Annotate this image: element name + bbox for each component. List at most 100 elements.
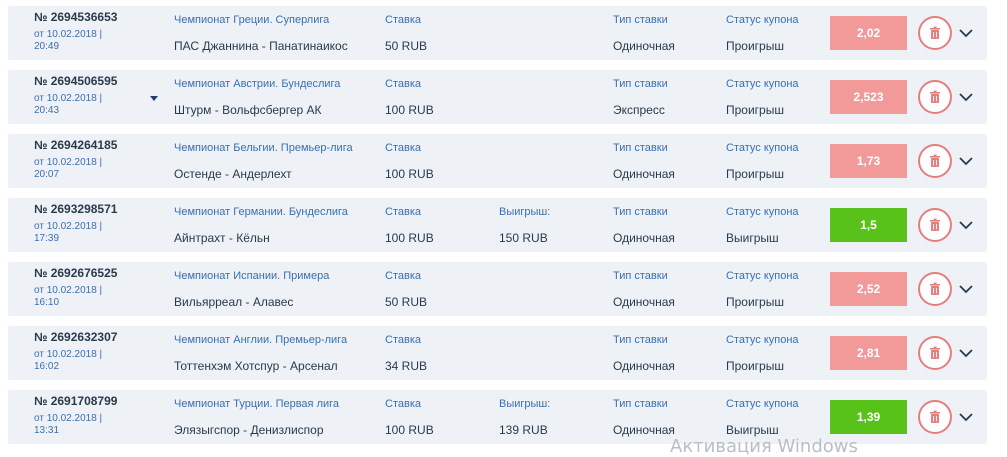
stake-label: Ставка bbox=[385, 78, 421, 90]
bet-type-label: Тип ставки bbox=[613, 78, 668, 90]
coupon-status-label: Статус купона bbox=[726, 334, 799, 346]
coupon-status-value: Проигрыш bbox=[726, 39, 784, 53]
coefficient-badge: 2,02 bbox=[830, 16, 907, 50]
delete-button[interactable] bbox=[918, 144, 952, 178]
bet-type-label: Тип ставки bbox=[613, 270, 668, 282]
coefficient-badge: 2,523 bbox=[830, 80, 907, 114]
bet-date: от 10.02.2018 | 17:39 bbox=[34, 221, 103, 244]
stake-value: 50 RUB bbox=[385, 295, 428, 309]
coupon-status-value: Проигрыш bbox=[726, 295, 784, 309]
delete-button[interactable] bbox=[918, 80, 952, 114]
bet-row[interactable]: № 2694536653 от 10.02.2018 | 20:49 Чемпиона… bbox=[8, 6, 987, 60]
delete-button[interactable] bbox=[918, 16, 952, 50]
coupon-status-label: Статус купона bbox=[726, 398, 799, 410]
match-name[interactable]: ПАС Джаннина - Панатинаикос bbox=[174, 39, 348, 53]
coupon-status-value: Выигрыш bbox=[726, 423, 779, 437]
bet-type-value: Одиночная bbox=[613, 231, 675, 245]
windows-activation-watermark: Активация Windows bbox=[670, 436, 858, 457]
stake-value: 34 RUB bbox=[385, 359, 428, 373]
bet-date: от 10.02.2018 | 20:43 bbox=[34, 93, 103, 116]
trash-icon bbox=[930, 154, 940, 167]
bet-type-value: Экспресс bbox=[613, 103, 665, 117]
stake-value: 100 RUB bbox=[385, 103, 434, 117]
championship-label: Чемпионат Австрии. Бундеслига bbox=[174, 78, 341, 90]
match-name[interactable]: Тоттенхэм Хотспур - Арсенал bbox=[174, 359, 338, 373]
coupon-status-label: Статус купона bbox=[726, 14, 799, 26]
bet-number: № 2694264185 bbox=[34, 138, 118, 152]
coupon-status-value: Проигрыш bbox=[726, 103, 784, 117]
coefficient-badge: 2,81 bbox=[830, 336, 907, 370]
bet-type-value: Одиночная bbox=[613, 423, 675, 437]
coefficient-badge: 1,5 bbox=[830, 208, 907, 242]
match-name[interactable]: Элязыгспор - Денизлиспор bbox=[174, 423, 324, 437]
bet-type-label: Тип ставки bbox=[613, 14, 668, 26]
winnings-label: Выигрыш: bbox=[499, 398, 551, 410]
stake-value: 50 RUB bbox=[385, 39, 428, 53]
bet-row[interactable]: № 2692632307 от 10.02.2018 | 16:02 Чемпиона… bbox=[8, 326, 987, 380]
bet-number: № 2691708799 bbox=[34, 394, 118, 408]
championship-label: Чемпионат Испании. Примера bbox=[174, 270, 330, 282]
bet-type-value: Одиночная bbox=[613, 295, 675, 309]
bet-number: № 2692632307 bbox=[34, 330, 118, 344]
championship-label: Чемпионат Англии. Премьер-лига bbox=[174, 334, 348, 346]
match-name[interactable]: Остенде - Андерлехт bbox=[174, 167, 292, 181]
match-name[interactable]: Айнтрахт - Кёльн bbox=[174, 231, 270, 245]
delete-button[interactable] bbox=[918, 208, 952, 242]
stake-label: Ставка bbox=[385, 142, 421, 154]
bet-date: от 10.02.2018 | 20:49 bbox=[34, 29, 103, 52]
stake-value: 100 RUB bbox=[385, 423, 434, 437]
bet-row[interactable]: № 2694264185 от 10.02.2018 | 20:07 Чемпиона… bbox=[8, 134, 987, 188]
caret-down-icon[interactable] bbox=[150, 96, 158, 101]
bet-type-value: Одиночная bbox=[613, 167, 675, 181]
chevron-down-icon[interactable] bbox=[958, 25, 974, 41]
stake-value: 100 RUB bbox=[385, 231, 434, 245]
chevron-down-icon[interactable] bbox=[958, 281, 974, 297]
bet-row[interactable]: № 2692676525 от 10.02.2018 | 16:10 Чемпиона… bbox=[8, 262, 987, 316]
winnings-label: Выигрыш: bbox=[499, 206, 551, 218]
stake-value: 100 RUB bbox=[385, 167, 434, 181]
coefficient-badge: 1,73 bbox=[830, 144, 907, 178]
coupon-status-value: Проигрыш bbox=[726, 167, 784, 181]
bet-number: № 2692676525 bbox=[34, 266, 118, 280]
trash-icon bbox=[930, 346, 940, 359]
championship-label: Чемпионат Турции. Первая лига bbox=[174, 398, 340, 410]
trash-icon bbox=[930, 26, 940, 39]
championship-label: Чемпионат Бельгии. Премьер-лига bbox=[174, 142, 353, 154]
coupon-status-value: Выигрыш bbox=[726, 231, 779, 245]
bet-type-value: Одиночная bbox=[613, 359, 675, 373]
bet-history-list: № 2694536653 от 10.02.2018 | 20:49 Чемпиона… bbox=[8, 6, 987, 454]
delete-button[interactable] bbox=[918, 400, 952, 434]
coefficient-badge: 1,39 bbox=[830, 400, 907, 434]
bet-date: от 10.02.2018 | 20:07 bbox=[34, 157, 103, 180]
chevron-down-icon[interactable] bbox=[958, 345, 974, 361]
match-name[interactable]: Штурм - Вольфсбергер АК bbox=[174, 103, 322, 117]
bet-row[interactable]: № 2693298571 от 10.02.2018 | 17:39 Чемпиона… bbox=[8, 198, 987, 252]
bet-type-label: Тип ставки bbox=[613, 334, 668, 346]
delete-button[interactable] bbox=[918, 272, 952, 306]
bet-row[interactable]: № 2694506595 от 10.02.2018 | 20:43 Чемпиона… bbox=[8, 70, 987, 124]
delete-button[interactable] bbox=[918, 336, 952, 370]
coupon-status-label: Статус купона bbox=[726, 142, 799, 154]
bet-date: от 10.02.2018 | 13:31 bbox=[34, 413, 103, 436]
chevron-down-icon[interactable] bbox=[958, 153, 974, 169]
chevron-down-icon[interactable] bbox=[958, 409, 974, 425]
trash-icon bbox=[930, 282, 940, 295]
bet-date: от 10.02.2018 | 16:02 bbox=[34, 349, 103, 372]
chevron-down-icon[interactable] bbox=[958, 217, 974, 233]
trash-icon bbox=[930, 218, 940, 231]
coupon-status-label: Статус купона bbox=[726, 270, 799, 282]
bet-type-label: Тип ставки bbox=[613, 142, 668, 154]
bet-date: от 10.02.2018 | 16:10 bbox=[34, 285, 103, 308]
winnings-value: 150 RUB bbox=[499, 231, 548, 245]
coupon-status-label: Статус купона bbox=[726, 206, 799, 218]
bet-type-value: Одиночная bbox=[613, 39, 675, 53]
coupon-status-value: Проигрыш bbox=[726, 359, 784, 373]
championship-label: Чемпионат Германии. Бундеслига bbox=[174, 206, 348, 218]
match-name[interactable]: Вильярреал - Алавес bbox=[174, 295, 293, 309]
stake-label: Ставка bbox=[385, 270, 421, 282]
chevron-down-icon[interactable] bbox=[958, 89, 974, 105]
stake-label: Ставка bbox=[385, 14, 421, 26]
bet-type-label: Тип ставки bbox=[613, 398, 668, 410]
bet-type-label: Тип ставки bbox=[613, 206, 668, 218]
trash-icon bbox=[930, 90, 940, 103]
